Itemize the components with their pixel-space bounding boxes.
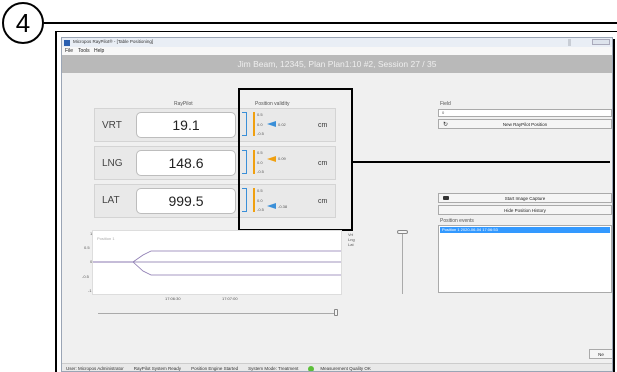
next-button[interactable]: Ne xyxy=(589,349,612,359)
menu-help[interactable]: Help xyxy=(94,48,104,54)
resize-grip-icon xyxy=(568,39,571,46)
graph-y-tick-1: 1 xyxy=(90,231,93,236)
lat-value: 999.5 xyxy=(136,188,236,214)
position-events-label: Position events xyxy=(440,218,474,224)
new-raypilot-position-label: New RayPilot Position xyxy=(502,121,548,127)
start-image-capture-label: Start Image Capture xyxy=(504,195,546,201)
start-image-capture-button[interactable]: Start Image Capture xyxy=(438,193,612,203)
refresh-icon: ↻ xyxy=(443,122,449,128)
graph-y-tick-0.5: 0.5 xyxy=(84,245,90,250)
callout-top-line xyxy=(44,22,617,24)
position-events-list[interactable]: Position 1 2020-06-04 17:06:53 xyxy=(438,225,612,293)
graph-x-tick-2: 17:07:00 xyxy=(222,296,238,301)
status-mode: System Mode: Treatment xyxy=(248,366,299,371)
time-slider-handle[interactable] xyxy=(334,309,338,316)
window-title: Micropos RayPilot® - [Table Positioning] xyxy=(73,39,154,44)
field-value: 0 xyxy=(442,110,445,115)
vrt-label: VRT xyxy=(102,120,122,131)
zoom-slider-track[interactable] xyxy=(402,234,403,294)
app-window: Micropos RayPilot® - [Table Positioning]… xyxy=(61,37,613,372)
next-button-label: Ne xyxy=(598,351,604,357)
field-input[interactable]: 0 xyxy=(438,109,612,117)
camera-icon xyxy=(443,196,449,200)
field-label: Field xyxy=(440,101,451,107)
menu-file[interactable]: File xyxy=(65,48,73,54)
position-event-item[interactable]: Position 1 2020-06-04 17:06:53 xyxy=(440,227,610,233)
position-event-text: Position 1 2020-06-04 17:06:53 xyxy=(442,227,498,232)
hide-position-history-button[interactable]: Hide Position History xyxy=(438,205,612,215)
raypilot-label: RayPilot xyxy=(174,101,193,107)
patient-header: Jim Beam, 12345, Plan Plan1:10 #2, Sessi… xyxy=(62,55,612,73)
history-graph: Position 1 xyxy=(92,230,342,295)
graph-plot xyxy=(93,250,341,276)
lng-label: LNG xyxy=(102,158,123,169)
zoom-slider-handle[interactable] xyxy=(397,230,408,234)
status-user: User: Micropos Administrator xyxy=(66,366,124,371)
status-quality: Measurement Quality OK xyxy=(320,366,371,371)
time-slider-track[interactable] xyxy=(98,313,338,314)
callout-leader-line xyxy=(353,161,610,163)
patient-session-text: Jim Beam, 12345, Plan Plan1:10 #2, Sessi… xyxy=(237,59,437,69)
quality-ok-icon xyxy=(308,365,315,371)
status-bar: User: Micropos Administrator RayPilot Sy… xyxy=(62,363,612,371)
graph-x-tick-1: 17:06:30 xyxy=(165,296,181,301)
app-icon xyxy=(64,39,70,46)
graph-y-tick-neg0.5: -0.5 xyxy=(82,274,89,279)
graph-series-down xyxy=(93,261,341,276)
lng-value: 148.6 xyxy=(136,150,236,176)
vrt-value: 19.1 xyxy=(136,112,236,138)
new-raypilot-position-button[interactable]: ↻ New RayPilot Position xyxy=(438,119,612,129)
title-bar: Micropos RayPilot® - [Table Positioning] xyxy=(62,38,612,47)
graph-series-up xyxy=(93,250,341,263)
step-number-badge: 4 xyxy=(2,2,44,44)
validity-highlight-box xyxy=(238,88,353,231)
graph-y-tick-0: 0 xyxy=(90,259,93,264)
hide-position-history-label: Hide Position History xyxy=(504,207,546,213)
status-system: RayPilot System Ready xyxy=(133,366,182,371)
menu-tools[interactable]: Tools xyxy=(78,48,90,54)
callout-right-edge xyxy=(613,39,615,372)
window-controls[interactable] xyxy=(592,39,610,45)
status-engine: Position Engine Started xyxy=(191,366,239,371)
graph-y-tick-neg1: -1 xyxy=(88,288,92,293)
lat-label: LAT xyxy=(102,195,120,206)
graph-legend-lat: Lat xyxy=(348,242,354,247)
